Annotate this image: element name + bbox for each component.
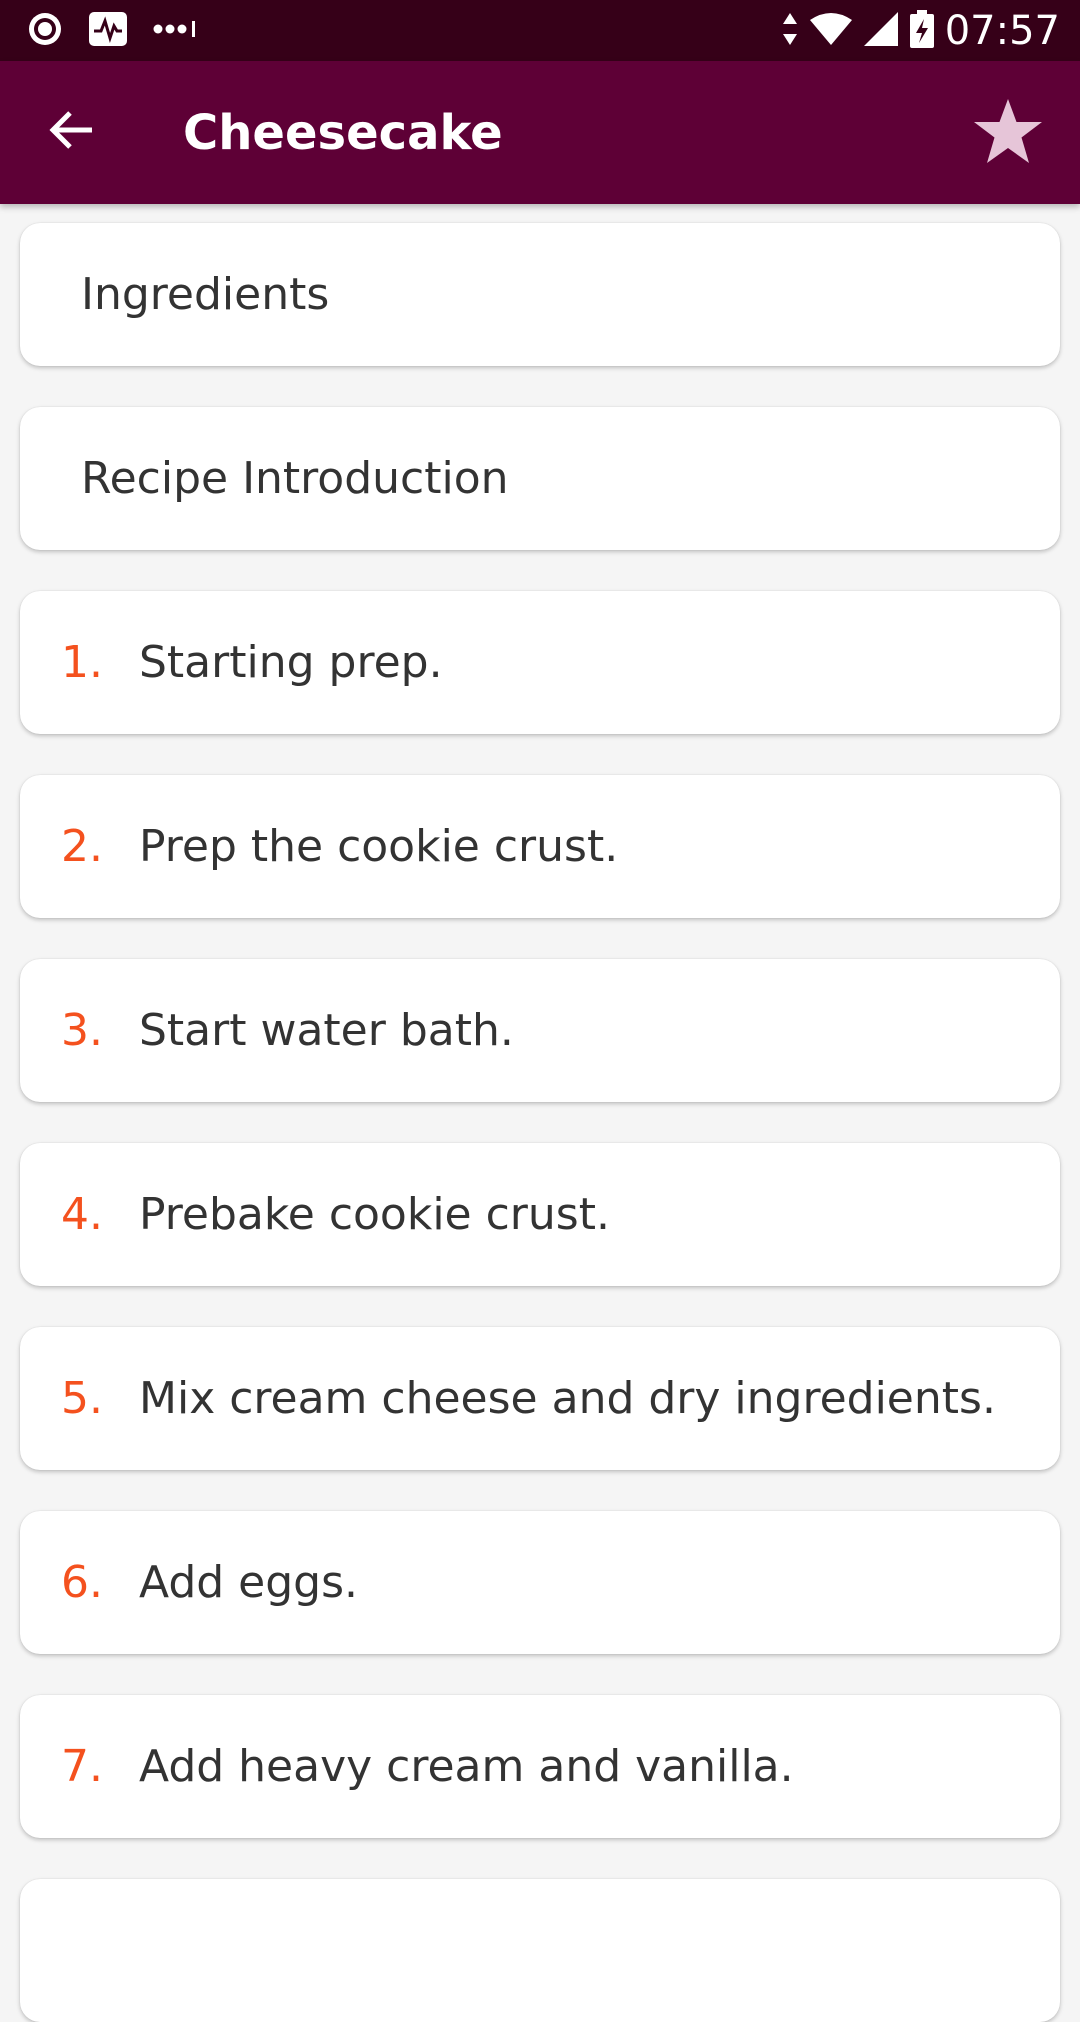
step-card[interactable]: 5. Mix cream cheese and dry ingredients. — [20, 1327, 1060, 1470]
card-label: Recipe Introduction — [81, 453, 509, 504]
battery-charging-icon — [909, 9, 935, 53]
step-label: Add heavy cream and vanilla. — [139, 1741, 794, 1792]
step-card[interactable]: 7. Add heavy cream and vanilla. — [20, 1695, 1060, 1838]
wifi-icon — [809, 12, 853, 50]
step-label: Mix cream cheese and dry ingredients. — [139, 1373, 996, 1424]
step-number: 2. — [61, 821, 103, 872]
step-label: Prep the cookie crust. — [139, 821, 619, 872]
recipe-introduction-card[interactable]: Recipe Introduction — [20, 407, 1060, 550]
star-icon — [972, 97, 1044, 169]
cell-signal-icon — [863, 11, 899, 51]
step-number: 5. — [61, 1373, 103, 1424]
clock-time: 07:57 — [944, 8, 1060, 54]
step-number: 4. — [61, 1189, 103, 1240]
step-label: Add eggs. — [139, 1557, 359, 1608]
ingredients-card[interactable]: Ingredients — [20, 223, 1060, 366]
record-icon — [26, 10, 64, 52]
step-number: 7. — [61, 1741, 103, 1792]
step-card[interactable] — [20, 1879, 1060, 2022]
more-dots-icon — [152, 19, 198, 43]
step-label: Start water bath. — [139, 1005, 514, 1056]
step-label: Prebake cookie crust. — [139, 1189, 610, 1240]
back-button[interactable] — [40, 105, 102, 159]
step-card[interactable]: 3. Start water bath. — [20, 959, 1060, 1102]
step-number: 6. — [61, 1557, 103, 1608]
step-number: 1. — [61, 637, 103, 688]
arrow-left-icon — [48, 110, 94, 154]
step-card[interactable]: 1. Starting prep. — [20, 591, 1060, 734]
favorite-button[interactable] — [968, 95, 1048, 171]
activity-monitor-icon — [88, 11, 128, 51]
step-label: Starting prep. — [139, 637, 443, 688]
step-card[interactable]: 4. Prebake cookie crust. — [20, 1143, 1060, 1286]
page-title: Cheesecake — [183, 105, 503, 161]
step-card[interactable]: 2. Prep the cookie crust. — [20, 775, 1060, 918]
status-bar: 07:57 — [0, 0, 1080, 61]
step-number: 3. — [61, 1005, 103, 1056]
card-label: Ingredients — [81, 269, 330, 320]
data-arrows-icon — [781, 12, 799, 50]
step-card[interactable]: 6. Add eggs. — [20, 1511, 1060, 1654]
app-bar: Cheesecake — [0, 61, 1080, 204]
